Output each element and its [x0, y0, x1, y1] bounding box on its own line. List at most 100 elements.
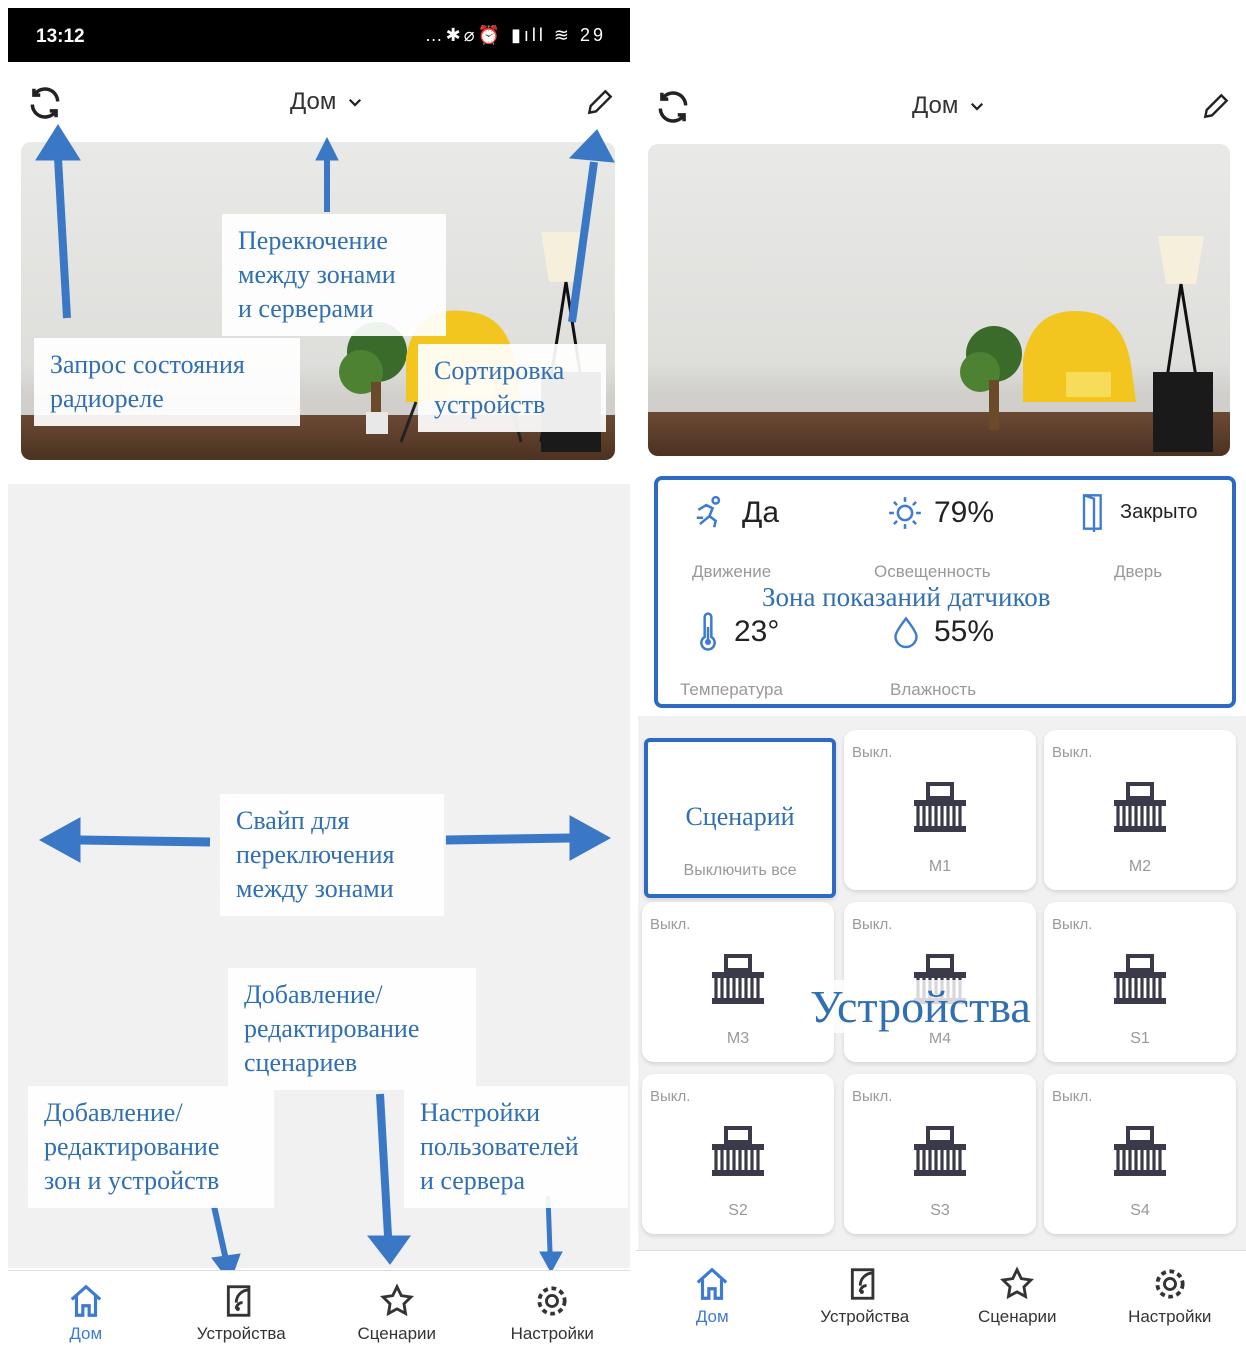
callout-refresh: Запрос состояния радиореле [34, 338, 300, 426]
tab-devices[interactable]: Устройства [790, 1265, 940, 1327]
motion-value: Да [742, 496, 780, 529]
scenario-tile[interactable]: Сценарий Выключить все [644, 738, 836, 898]
edit-sort-button-right[interactable] [1200, 90, 1232, 122]
device-state: Выкл. [1052, 744, 1093, 761]
device-name: S4 [1130, 1202, 1150, 1219]
arrow-head [569, 815, 612, 861]
device-tile[interactable]: Выкл. S1 [1044, 902, 1236, 1062]
device-tile[interactable]: Выкл. M3 [642, 902, 834, 1062]
room-illustration [960, 236, 1213, 452]
gear-icon [1155, 1268, 1185, 1299]
device-name: S1 [1130, 1030, 1150, 1047]
zone-title: Дом [912, 92, 959, 119]
arrow-head [366, 1235, 411, 1265]
tab-settings[interactable]: Настройки [1095, 1265, 1245, 1327]
sun-icon [889, 497, 921, 529]
balcony-icon [1112, 782, 1168, 837]
door-label: Дверь [1114, 562, 1163, 581]
device-tile[interactable]: Выкл. S3 [844, 1074, 1036, 1234]
refresh-icon [658, 91, 688, 123]
balcony-icon [912, 782, 968, 837]
device-state: Выкл. [1052, 916, 1093, 933]
light-value: 79% [934, 496, 995, 529]
zone-selector-right[interactable]: Дом [912, 92, 986, 120]
device-state: Выкл. [852, 744, 893, 761]
device-name: S2 [728, 1202, 748, 1219]
light-label: Освещенность [874, 562, 991, 581]
tab-devices-label: Устройства [196, 1323, 286, 1343]
tab-settings-label: Настройки [1128, 1306, 1212, 1326]
arrow-head [539, 1251, 563, 1274]
devices-icon [850, 1267, 875, 1300]
tab-home-label: Дом [69, 1323, 103, 1343]
device-name: M1 [928, 858, 952, 875]
door-icon [1082, 494, 1102, 532]
device-name: M2 [1128, 858, 1152, 875]
scenario-action: Выключить все [683, 862, 797, 879]
bottom-nav-right: Дом Устройства Сценарии Настройки [636, 1250, 1246, 1340]
devices-icon [227, 1284, 251, 1317]
device-state: Выкл. [1052, 1088, 1093, 1105]
device-state: Выкл. [852, 916, 893, 933]
sensor-humidity: 55% [888, 612, 994, 652]
device-name: M3 [726, 1030, 750, 1047]
refresh-button-right[interactable] [654, 88, 692, 126]
temp-label: Температура [680, 680, 783, 699]
zone-photo-right [648, 144, 1230, 456]
sensor-door: Закрыто [1078, 492, 1198, 532]
callout-zones: Перекючение между зонами и серверами [222, 214, 446, 336]
arrow-head [315, 136, 339, 161]
star-icon [1000, 1265, 1035, 1299]
tab-scenarios-label: Сценарии [977, 1306, 1057, 1326]
sensor-zone-annotation: Зона показаний датчиков [762, 582, 1051, 613]
temp-value: 23° [734, 615, 780, 648]
balcony-icon [912, 1126, 968, 1181]
devices-annotation: Устройства [810, 980, 1031, 1033]
arrow-head [38, 817, 81, 863]
callout-swipe: Свайп для переключения между зонами [220, 794, 444, 916]
chevron-down-icon [971, 102, 984, 111]
device-name: S3 [930, 1202, 950, 1219]
motion-icon [696, 495, 721, 528]
tab-settings-label: Настройки [510, 1323, 594, 1343]
arrow-head [568, 129, 615, 163]
humidity-label: Влажность [890, 680, 977, 699]
thermometer-icon [700, 612, 716, 651]
door-value: Закрыто [1120, 500, 1198, 523]
balcony-icon [710, 954, 766, 1009]
motion-label: Движение [692, 562, 772, 581]
device-tile[interactable]: Выкл. S4 [1044, 1074, 1236, 1234]
device-tile[interactable]: Выкл. M2 [1044, 730, 1236, 890]
star-icon [379, 1282, 414, 1316]
device-tile[interactable]: Выкл. M1 [844, 730, 1036, 890]
drop-icon [894, 616, 918, 649]
home-icon [70, 1284, 102, 1317]
sensor-light: 79% [886, 494, 994, 532]
humidity-value: 55% [934, 615, 995, 648]
device-state: Выкл. [650, 1088, 691, 1105]
tab-home[interactable]: Дом [11, 1282, 161, 1344]
tab-devices-label: Устройства [820, 1306, 910, 1326]
tab-scenarios-label: Сценарии [357, 1323, 437, 1343]
callout-settings: Настройки пользователей и сервера [404, 1086, 628, 1208]
balcony-icon [710, 1126, 766, 1181]
arrow-head [35, 124, 81, 161]
callout-sort: Сортировка устройств [418, 344, 606, 432]
balcony-icon [1112, 1126, 1168, 1181]
tab-settings[interactable]: Настройки [477, 1282, 627, 1344]
balcony-icon [1112, 954, 1168, 1009]
pencil-icon [1203, 93, 1229, 119]
tab-scenarios[interactable]: Сценарии [322, 1282, 472, 1344]
tab-scenarios[interactable]: Сценарии [942, 1265, 1092, 1327]
home-icon [696, 1267, 728, 1300]
callout-zones-devices: Добавление/ редактирование зон и устройс… [28, 1086, 274, 1208]
sensor-motion: Да [690, 494, 779, 532]
callout-scenarios: Добавление/ редактирование сценариев [228, 968, 476, 1090]
device-state: Выкл. [650, 916, 691, 933]
tab-devices[interactable]: Устройства [166, 1282, 316, 1344]
device-tile[interactable]: Выкл. S2 [642, 1074, 834, 1234]
tab-home-label: Дом [695, 1306, 729, 1326]
tab-home[interactable]: Дом [637, 1265, 787, 1327]
bottom-nav-left: Дом Устройства Сценарии Настройки [8, 1270, 630, 1354]
gear-icon [537, 1285, 567, 1316]
